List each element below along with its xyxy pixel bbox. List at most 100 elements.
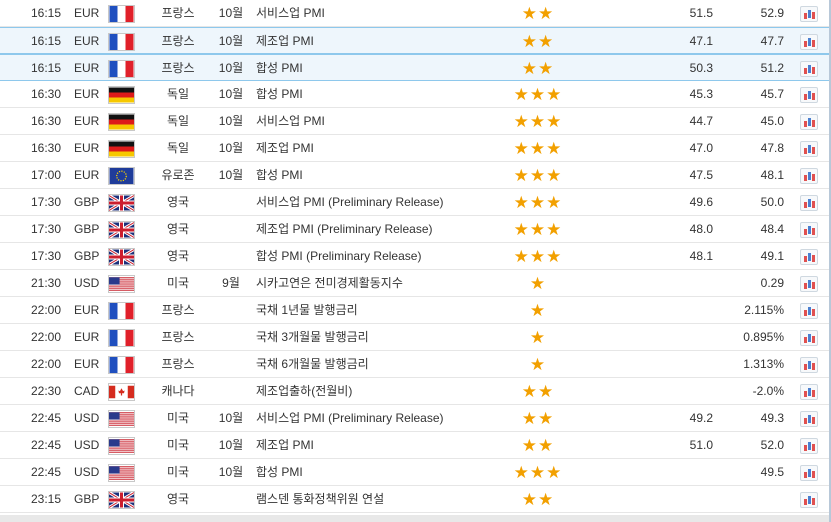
country-name: 프랑스 [161, 357, 195, 371]
chart-icon[interactable] [800, 195, 818, 211]
chart-icon[interactable] [800, 465, 818, 481]
event-name[interactable]: 합성 PMI (Preliminary Release) [256, 243, 506, 270]
table-row[interactable]: 22:00 EUR 프랑스 국채 3개월물 발행금리 ★ 0.895% [0, 324, 829, 351]
forecast-value: 1.313% [743, 357, 784, 371]
event-name[interactable]: 합성 PMI [256, 55, 506, 82]
country-name: 프랑스 [161, 6, 195, 20]
table-row[interactable]: 22:45 USD 미국 10월 합성 PMI ★★★ 49.5 [0, 459, 829, 486]
country-name: 미국 [166, 411, 190, 425]
us-flag-icon [108, 275, 135, 293]
uk-flag-icon [108, 194, 135, 212]
currency-code: EUR [74, 330, 100, 344]
chart-icon[interactable] [800, 411, 818, 427]
france-flag-icon [108, 356, 135, 374]
table-row[interactable]: 17:30 GBP 영국 합성 PMI (Preliminary Release) ★★… [0, 243, 829, 270]
chart-icon[interactable] [800, 114, 818, 130]
chart-icon[interactable] [800, 34, 818, 50]
actual-value: 49.6 [689, 195, 713, 209]
reference-period: 9월 [222, 276, 240, 290]
actual-value: 51.0 [689, 438, 713, 452]
table-row[interactable]: 22:45 USD 미국 10월 서비스업 PMI (Preliminary Relea… [0, 405, 829, 432]
forecast-value: 47.7 [760, 34, 784, 48]
event-name[interactable]: 합성 PMI [256, 81, 506, 108]
chart-icon[interactable] [800, 384, 818, 400]
currency-code: EUR [74, 114, 100, 128]
event-name[interactable]: 서비스업 PMI [256, 0, 506, 27]
country-name: 영국 [166, 492, 190, 506]
table-row[interactable]: 22:00 EUR 프랑스 국채 6개월물 발행금리 ★ 1.313% [0, 351, 829, 378]
forecast-value: 49.1 [760, 249, 784, 263]
event-name[interactable]: 제조업 PMI [256, 135, 506, 162]
chart-icon[interactable] [800, 87, 818, 103]
event-name[interactable]: 제조업출하(전월비) [256, 378, 506, 405]
event-name[interactable]: 국채 3개월물 발행금리 [256, 324, 506, 351]
table-row[interactable]: 21:30 USD 미국 9월 시카고연은 전미경제활동지수 ★ 0.29 [0, 270, 829, 297]
event-name[interactable]: 제조업 PMI [256, 432, 506, 459]
chart-icon[interactable] [800, 276, 818, 292]
event-name[interactable]: 서비스업 PMI [256, 108, 506, 135]
country-name: 미국 [166, 465, 190, 479]
event-name[interactable]: 램스덴 통화정책위원 연설 [256, 486, 506, 513]
forecast-value: 48.4 [760, 222, 784, 236]
event-name[interactable]: 합성 PMI [256, 459, 506, 486]
chart-icon[interactable] [800, 249, 818, 265]
chart-icon[interactable] [800, 330, 818, 346]
table-row[interactable]: 17:30 GBP 영국 서비스업 PMI (Preliminary Release)… [0, 189, 829, 216]
importance-stars: ★★ [521, 4, 555, 23]
chart-icon[interactable] [800, 168, 818, 184]
table-row[interactable]: 16:30 EUR 독일 10월 서비스업 PMI ★★★ 44.7 45.0 [0, 108, 829, 135]
forecast-value: 52.9 [760, 6, 784, 20]
event-name[interactable]: 서비스업 PMI (Preliminary Release) [256, 189, 506, 216]
chart-icon[interactable] [800, 6, 818, 22]
france-flag-icon [108, 60, 135, 78]
event-name[interactable]: 국채 1년물 발행금리 [256, 297, 506, 324]
importance-stars: ★ [529, 328, 547, 347]
currency-code: GBP [74, 195, 100, 209]
reference-period: 10월 [218, 465, 244, 479]
forecast-value: 0.29 [760, 276, 784, 290]
country-name: 영국 [166, 222, 190, 236]
table-bottom-border [0, 515, 829, 522]
germany-flag-icon [108, 113, 135, 131]
event-time: 16:15 [31, 34, 62, 48]
chart-icon[interactable] [800, 303, 818, 319]
table-row[interactable]: 16:30 EUR 독일 10월 합성 PMI ★★★ 45.3 45.7 [0, 81, 829, 108]
currency-code: EUR [74, 303, 100, 317]
event-name[interactable]: 국채 6개월물 발행금리 [256, 351, 506, 378]
chart-icon[interactable] [800, 357, 818, 373]
table-row[interactable]: 23:15 GBP 영국 램스덴 통화정책위원 연설 ★★ [0, 486, 829, 513]
event-name[interactable]: 제조업 PMI [256, 28, 506, 55]
event-time: 22:30 [31, 384, 62, 398]
table-row[interactable]: 17:30 GBP 영국 제조업 PMI (Preliminary Release) ★… [0, 216, 829, 243]
importance-stars: ★★★ [513, 166, 563, 185]
forecast-value: 0.895% [743, 330, 784, 344]
table-row[interactable]: 16:15 EUR 프랑스 10월 제조업 PMI ★★ 47.1 47.7 [0, 27, 829, 54]
chart-icon[interactable] [800, 438, 818, 454]
currency-code: EUR [74, 61, 100, 75]
table-row[interactable]: 16:30 EUR 독일 10월 제조업 PMI ★★★ 47.0 47.8 [0, 135, 829, 162]
chart-icon[interactable] [800, 492, 818, 508]
table-row[interactable]: 22:45 USD 미국 10월 제조업 PMI ★★ 51.0 52.0 [0, 432, 829, 459]
table-row[interactable]: 22:30 CAD 캐나다 제조업출하(전월비) ★★ -2.0% [0, 378, 829, 405]
table-row[interactable]: 16:15 EUR 프랑스 10월 서비스업 PMI ★★ 51.5 52.9 [0, 0, 829, 27]
importance-stars: ★★ [521, 409, 555, 428]
chart-icon[interactable] [800, 61, 818, 77]
event-time: 17:30 [31, 195, 62, 209]
table-row[interactable]: 22:00 EUR 프랑스 국채 1년물 발행금리 ★ 2.115% [0, 297, 829, 324]
event-name[interactable]: 합성 PMI [256, 162, 506, 189]
country-name: 미국 [166, 438, 190, 452]
table-row[interactable]: 17:00 EUR 유로존 10월 합성 PMI ★★★ 47.5 48.1 [0, 162, 829, 189]
actual-value: 49.2 [689, 411, 713, 425]
chart-icon[interactable] [800, 222, 818, 238]
chart-icon[interactable] [800, 141, 818, 157]
actual-value: 44.7 [689, 114, 713, 128]
event-time: 16:15 [31, 61, 62, 75]
event-name[interactable]: 시카고연은 전미경제활동지수 [256, 270, 506, 297]
event-name[interactable]: 서비스업 PMI (Preliminary Release) [256, 405, 506, 432]
importance-stars: ★★★ [513, 463, 563, 482]
event-name[interactable]: 제조업 PMI (Preliminary Release) [256, 216, 506, 243]
currency-code: GBP [74, 249, 100, 263]
us-flag-icon [108, 437, 135, 455]
table-row[interactable]: 16:15 EUR 프랑스 10월 합성 PMI ★★ 50.3 51.2 [0, 54, 829, 81]
currency-code: EUR [74, 357, 100, 371]
